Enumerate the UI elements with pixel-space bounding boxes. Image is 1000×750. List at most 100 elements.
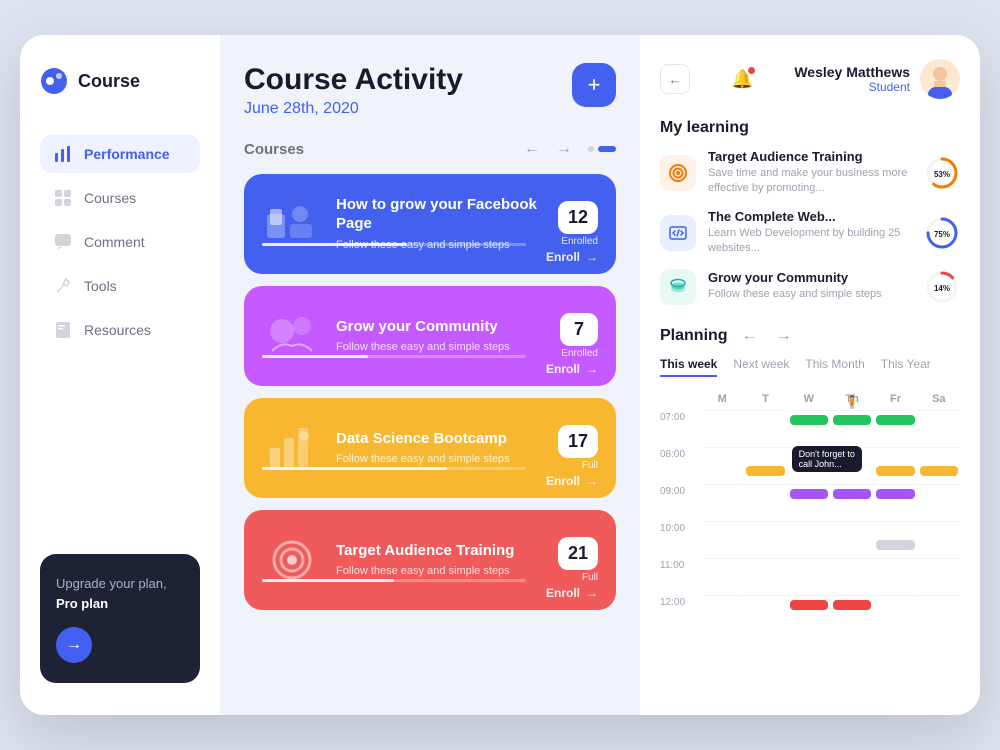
cal-cell-sa7 (918, 410, 960, 446)
cal-cell-sa12 (918, 595, 960, 631)
course-footer-target: Enroll → (546, 586, 598, 600)
user-info: Wesley Matthews Student (794, 59, 960, 99)
tab-next-week[interactable]: Next week (733, 357, 789, 377)
sidebar-item-performance-label: Performance (84, 146, 170, 162)
planning-prev-button[interactable]: ← (738, 325, 762, 347)
sidebar-upgrade: Upgrade your plan, Pro plan → (40, 554, 200, 683)
add-button[interactable]: + (572, 63, 616, 107)
course-title-datascience: Data Science Bootcamp (336, 429, 544, 449)
tab-this-month[interactable]: This Month (805, 357, 864, 377)
logo-text: Course (78, 71, 140, 92)
user-name: Wesley Matthews (794, 64, 910, 80)
course-card-target[interactable]: Target Audience Training Follow these ea… (244, 510, 616, 610)
cal-cell-m8 (701, 447, 743, 483)
upgrade-text: Upgrade your plan, Pro plan (56, 574, 184, 613)
section-header: Course Activity June 28th, 2020 + (244, 63, 616, 118)
course-count-label-target: Full (582, 572, 598, 583)
grid-icon (54, 189, 72, 207)
courses-next-button[interactable]: → (552, 138, 576, 160)
sidebar-item-resources[interactable]: Resources (40, 311, 200, 349)
tab-this-week[interactable]: This week (660, 357, 717, 377)
cal-cell-w11 (788, 558, 830, 594)
cal-cell-th11 (831, 558, 873, 594)
cal-cell-fr9 (874, 484, 916, 520)
course-desc-community: Follow these easy and simple steps (336, 340, 546, 355)
logo-icon (40, 67, 68, 95)
progress-circle-0: 53% (924, 155, 960, 191)
cal-event-purple-w9 (790, 489, 828, 499)
my-learning-title: My learning (660, 119, 960, 137)
sidebar-nav: Performance Courses Comment (40, 135, 200, 534)
dot-indicators (588, 146, 616, 152)
sidebar-item-tools[interactable]: Tools (40, 267, 200, 305)
bar-chart-icon (54, 145, 72, 163)
cal-day-M: M (701, 389, 743, 409)
learning-title-1: The Complete Web... (708, 209, 912, 224)
learning-item-target: Target Audience Training Save time and m… (660, 149, 960, 197)
cal-cell-sa11 (918, 558, 960, 594)
courses-nav: Courses ← → (244, 138, 616, 160)
course-count-datascience: 17 (558, 425, 598, 458)
cal-event-gray-fr10 (876, 540, 914, 550)
right-nav-buttons: ← (660, 64, 690, 94)
learning-title-0: Target Audience Training (708, 149, 912, 164)
cal-cell-w7 (788, 410, 830, 446)
sidebar-logo: Course (40, 67, 200, 95)
course-count-label-facebook: Enrolled (561, 236, 598, 247)
courses-prev-button[interactable]: ← (520, 138, 544, 160)
course-card-datascience[interactable]: Data Science Bootcamp Follow these easy … (244, 398, 616, 498)
course-title-community: Grow your Community (336, 317, 546, 337)
cal-cell-m10 (701, 521, 743, 557)
planning-next-button[interactable]: → (772, 325, 796, 347)
course-footer-facebook: Enroll → (546, 250, 598, 264)
svg-text:75%: 75% (934, 230, 950, 239)
course-footer-community: Enroll → (546, 362, 598, 376)
planning-header: Planning ← → (660, 325, 960, 347)
course-card-facebook[interactable]: How to grow your Facebook Page Follow th… (244, 174, 616, 274)
progress-bar-datascience (262, 467, 526, 470)
planning-tabs: This week Next week This Month This Year (660, 357, 960, 377)
course-title-target: Target Audience Training (336, 541, 544, 561)
course-count-community: 7 (560, 313, 598, 346)
sidebar-item-resources-label: Resources (84, 322, 151, 338)
sidebar-item-courses[interactable]: Courses (40, 179, 200, 217)
cal-day-T: T (744, 389, 786, 409)
cal-event-yellow-fr8 (876, 466, 914, 476)
sidebar-item-comment[interactable]: Comment (40, 223, 200, 261)
person-icon: 🧍 (845, 395, 860, 409)
cal-cell-t8 (744, 447, 786, 483)
sidebar-item-tools-label: Tools (84, 278, 117, 294)
page-title: Course Activity (244, 63, 463, 96)
main-content: Course Activity June 28th, 2020 + Course… (220, 35, 640, 715)
cal-cell-fr8 (874, 447, 916, 483)
cal-cell-sa9 (918, 484, 960, 520)
right-panel: ← 🔔 Wesley Matthews Student (640, 35, 980, 715)
cal-event-yellow-t8 (746, 466, 784, 476)
cal-cell-t9 (744, 484, 786, 520)
cal-cell-fr11 (874, 558, 916, 594)
cal-cell-w9 (788, 484, 830, 520)
learning-icon-web (660, 215, 696, 251)
right-header: ← 🔔 Wesley Matthews Student (660, 59, 960, 99)
notification-dot (748, 67, 755, 74)
learning-desc-0: Save time and make your business more ef… (708, 166, 912, 197)
tab-this-year[interactable]: This Year (881, 357, 931, 377)
cal-event-purple-fr9 (876, 489, 914, 499)
progress-bar-target (262, 579, 526, 582)
cal-cell-th12 (831, 595, 873, 631)
cal-time-11: 11:00 (660, 558, 700, 594)
course-card-community[interactable]: Grow your Community Follow these easy an… (244, 286, 616, 386)
progress-circle-2: 14% (924, 269, 960, 305)
course-count-facebook: 12 (558, 201, 598, 234)
upgrade-button[interactable]: → (56, 627, 92, 663)
courses-label: Courses (244, 141, 304, 158)
sidebar-item-performance[interactable]: Performance (40, 135, 200, 173)
notification-bell[interactable]: 🔔 (731, 69, 753, 90)
course-count-label-datascience: Full (582, 460, 598, 471)
cal-time-12: 12:00 (660, 595, 700, 631)
right-prev-button[interactable]: ← (660, 64, 690, 94)
cal-day-W: W (788, 389, 830, 409)
book-icon (54, 321, 72, 339)
cal-cell-m11 (701, 558, 743, 594)
cal-cell-fr7 (874, 410, 916, 446)
